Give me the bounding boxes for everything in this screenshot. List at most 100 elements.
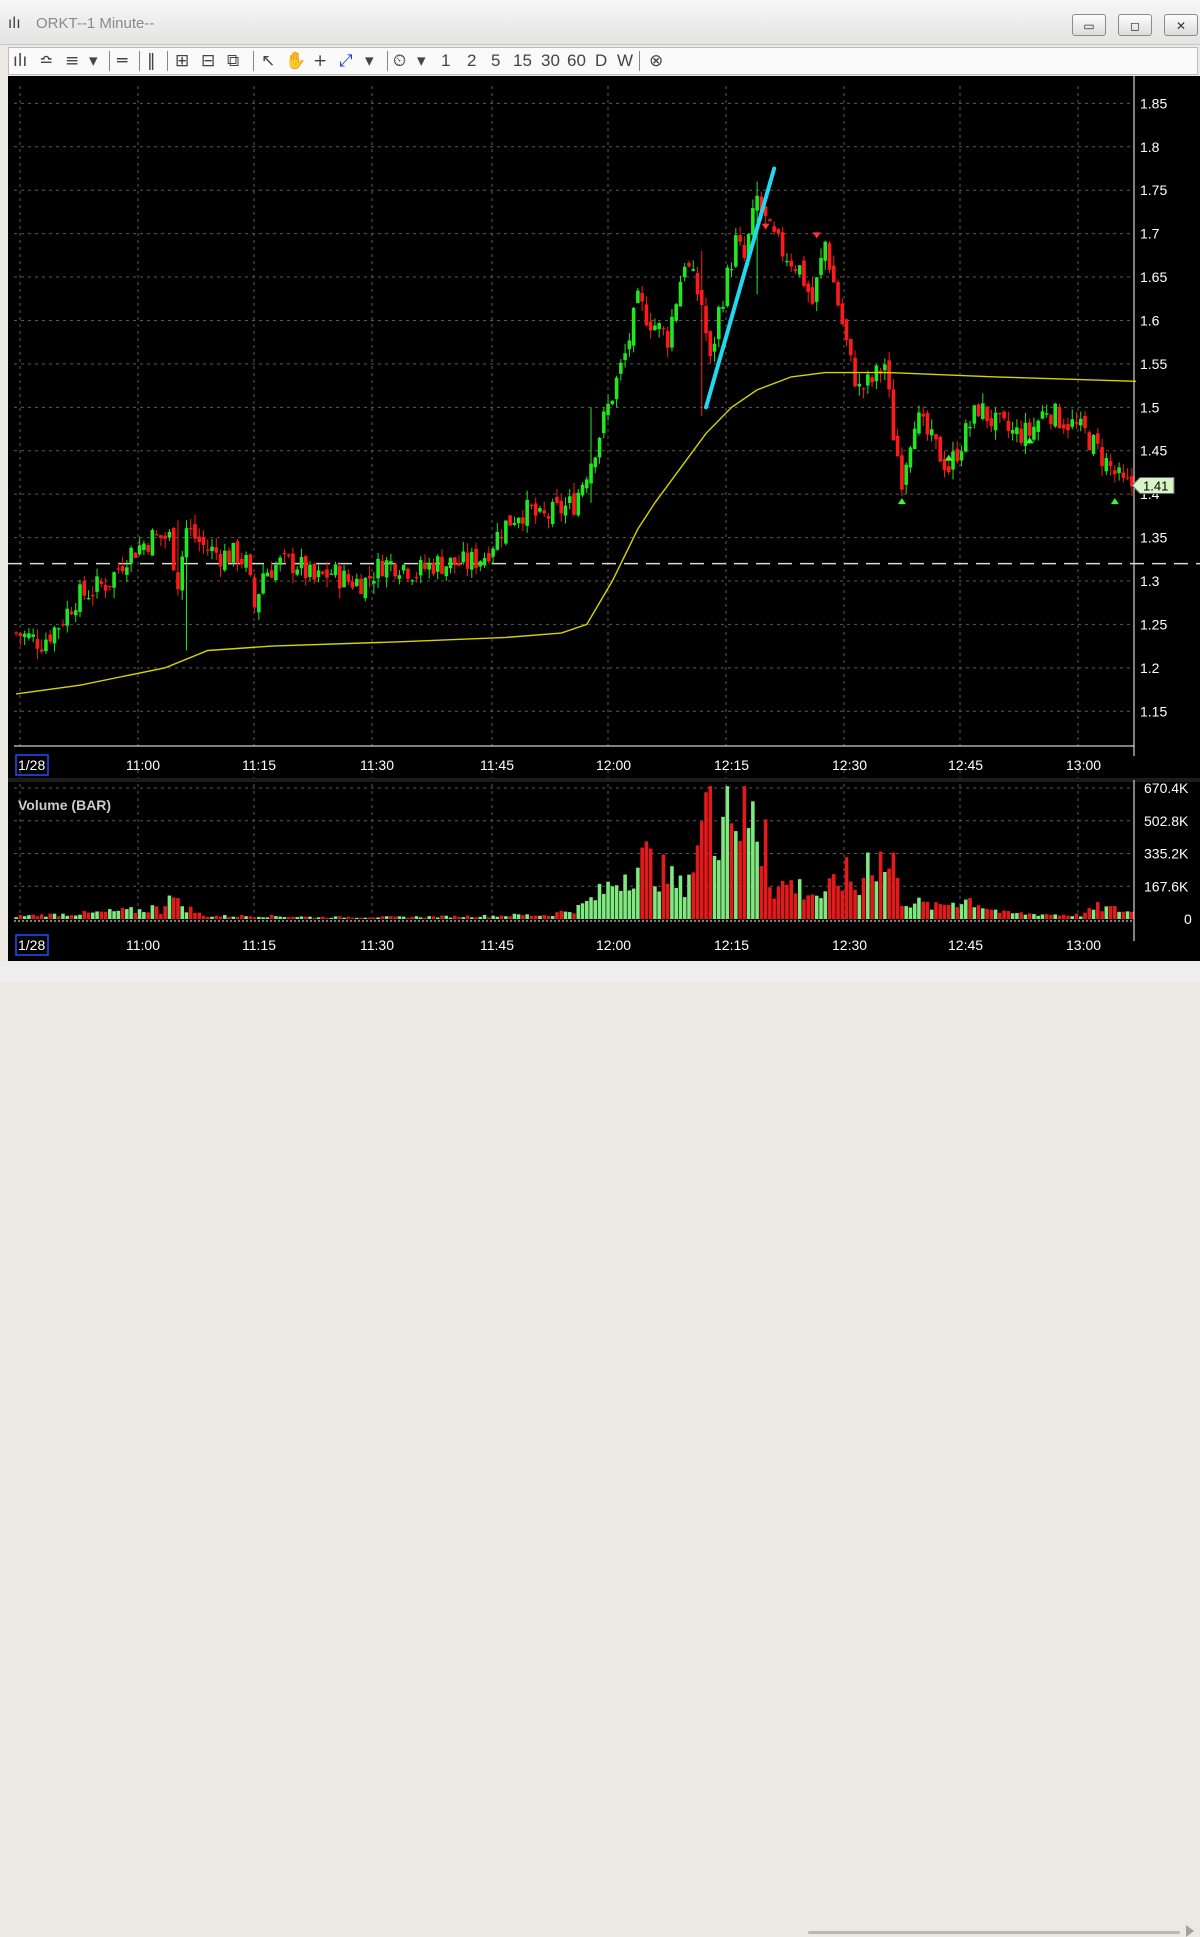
volume-bar — [550, 916, 555, 919]
candle-body — [1083, 416, 1087, 429]
volume-bar — [623, 874, 627, 919]
close-chart-button[interactable]: ⊗ — [649, 50, 663, 72]
minimize-button[interactable]: ▭ — [1072, 14, 1106, 36]
candle-body — [248, 554, 253, 576]
indicator-dropdown-button[interactable]: ▾ — [89, 50, 98, 72]
volume-bar — [776, 887, 781, 919]
maximize-button[interactable]: ◻ — [1118, 14, 1152, 36]
interval-button-30[interactable]: 30 — [541, 50, 560, 72]
crosshair-tool-button[interactable]: + — [313, 50, 327, 72]
trendline-tool-button[interactable]: ⤢ — [339, 50, 353, 72]
circle-x-icon: ⊗ — [649, 51, 664, 71]
interval-dropdown-button[interactable]: ▾ — [417, 50, 426, 72]
chart-area[interactable]: 1.85 1.8 1.75 1.7 1.65 1.6 1.55 1.5 1.45 1.4 1.35 1… — [8, 76, 1200, 961]
volume-bar — [797, 879, 802, 919]
horizontal-scrollbar[interactable] — [808, 1931, 1180, 1934]
volume-bar — [712, 855, 717, 919]
chart-canvas[interactable]: 1.851.81.751.71.651.61.551.51.451.41.351… — [8, 76, 1200, 961]
horizontal-lines-button[interactable]: ═ — [117, 50, 127, 72]
volume-bar — [917, 897, 921, 919]
candle-body — [333, 564, 338, 576]
candle-body — [188, 528, 193, 530]
candle-body — [976, 404, 981, 417]
vertical-lines-button[interactable]: ‖ — [147, 50, 156, 72]
last-price-label: 1.41 — [1143, 478, 1168, 493]
volume-bar — [755, 841, 759, 919]
volume-bar — [44, 916, 48, 919]
candle-body — [223, 550, 227, 571]
dropdown-arrow-icon: ▾ — [417, 51, 426, 71]
zoom-in-button[interactable]: ⊞ — [175, 50, 189, 72]
candle-body — [900, 455, 904, 490]
volume-bar — [512, 913, 517, 919]
volume-bar — [912, 903, 917, 919]
volume-bar — [602, 893, 606, 919]
volume-time-axis-tick: 12:30 — [832, 937, 867, 953]
signal-arrow-marker — [897, 498, 906, 505]
candle-body — [887, 360, 891, 390]
candle-body — [372, 580, 376, 584]
volume-bar — [742, 786, 747, 919]
indicator-list-button[interactable]: ≡ — [65, 50, 79, 72]
volume-bar — [597, 883, 602, 919]
price-axis-tick: 1.6 — [1140, 312, 1160, 328]
volume-bar — [738, 840, 742, 919]
volume-bar — [559, 910, 564, 919]
volume-bar — [1083, 912, 1087, 919]
volume-bar — [1049, 914, 1053, 919]
candle-body — [682, 266, 687, 278]
volume-pane-title: Volume (BAR) — [18, 797, 111, 813]
candle-body — [572, 493, 576, 515]
interval-button-1[interactable]: 1 — [441, 50, 450, 72]
candle-body — [312, 563, 317, 580]
candle-body — [589, 463, 593, 484]
volume-bar — [282, 917, 287, 919]
volume-bar — [65, 915, 70, 919]
candle-body — [291, 553, 295, 574]
candle-body — [337, 565, 342, 589]
candle-body — [1015, 427, 1019, 435]
volume-bar — [359, 917, 363, 919]
volume-bar — [457, 917, 461, 919]
interval-button-w[interactable]: W — [617, 50, 633, 72]
candle-body — [508, 515, 512, 526]
chart-toolbar: ılı ≏ ≡ ▾ ═ ‖ ⊞ ⊟ ⧉ ↖ ✋ + ⤢ ▾ ⏲ ▾ 1 2 5 15 30 60 D W ⊗ — [8, 47, 1198, 75]
zoom-fit-button[interactable]: ⧉ — [227, 50, 239, 72]
list-icon: ≡ — [65, 51, 80, 71]
candle-body — [180, 556, 185, 591]
candle-body — [636, 290, 640, 303]
candle-body — [48, 634, 52, 642]
candle-body — [831, 265, 836, 283]
interval-button-5[interactable]: 5 — [491, 50, 500, 72]
volume-bar — [188, 906, 193, 919]
volume-bar — [291, 916, 295, 919]
volume-bar — [729, 823, 734, 919]
volume-bar — [746, 828, 751, 919]
interval-button-60[interactable]: 60 — [567, 50, 586, 72]
candle-body — [504, 520, 508, 544]
interval-button-2[interactable]: 2 — [467, 50, 476, 72]
time-axis-tick: 1/28 — [18, 757, 45, 773]
candle-body — [1019, 428, 1023, 443]
volume-bar — [303, 916, 308, 919]
candle-body — [521, 517, 525, 524]
volume-bar — [785, 884, 789, 919]
volume-bar — [857, 895, 862, 919]
line-chart-button[interactable]: ≏ — [39, 50, 53, 72]
candle-body — [559, 500, 564, 514]
interval-clock-button[interactable]: ⏲ — [393, 50, 406, 72]
trendline-dropdown-button[interactable]: ▾ — [365, 50, 374, 72]
pointer-tool-button[interactable]: ↖ — [261, 50, 275, 72]
interval-button-15[interactable]: 15 — [513, 50, 532, 72]
interval-button-d[interactable]: D — [595, 50, 607, 72]
zoom-out-button[interactable]: ⊟ — [201, 50, 215, 72]
volume-bar — [133, 912, 138, 919]
volume-bar — [661, 854, 666, 919]
scroll-right-arrow-icon[interactable] — [1186, 1925, 1194, 1937]
chart-type-candle-button[interactable]: ılı — [13, 50, 27, 72]
volume-bar — [814, 895, 819, 919]
pan-tool-button[interactable]: ✋ — [285, 50, 306, 72]
close-button[interactable]: ✕ — [1164, 14, 1198, 36]
volume-bar — [240, 915, 244, 919]
candle-body — [721, 306, 725, 309]
